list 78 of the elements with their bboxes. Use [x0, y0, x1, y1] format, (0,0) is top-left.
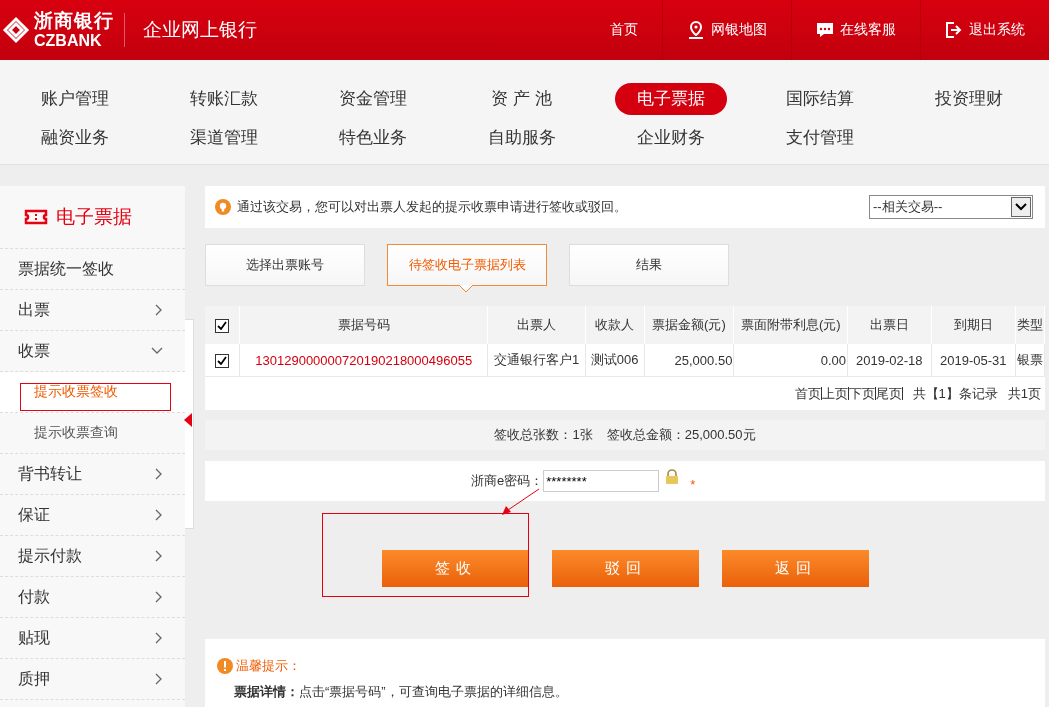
nav-menu-item[interactable]: 支付管理 — [763, 121, 876, 154]
bank-name-english: CZBANK — [34, 33, 103, 49]
column-header: 出票日 — [869, 317, 909, 332]
column-header: 类型 — [1017, 317, 1043, 332]
nav-menu-item[interactable]: 渠道管理 — [167, 121, 280, 154]
table-cell: 测试006 — [590, 352, 639, 367]
nav-menu-item[interactable]: 国际结算 — [763, 82, 876, 115]
header-link[interactable]: 首页 — [586, 0, 662, 60]
nav-menu-item[interactable]: 特色业务 — [316, 121, 429, 154]
sidebar-subitem[interactable]: 提示收票查询 — [34, 424, 118, 442]
bank-logo-icon — [2, 16, 30, 44]
nav-menu-item[interactable]: 资 产 池 — [469, 82, 574, 115]
header-link[interactable]: 退出系统 — [921, 0, 1049, 60]
chat-bubble-icon — [816, 21, 834, 39]
column-header: 收款人 — [595, 317, 635, 332]
tips-title: 温馨提示： — [236, 657, 301, 675]
pager-link[interactable]: 下页 — [848, 384, 875, 403]
column-header: 票面附带利息(元) — [740, 317, 841, 332]
checkbox[interactable] — [215, 353, 230, 368]
nav-menu-item[interactable]: 企业财务 — [614, 121, 727, 154]
sidebar-item[interactable]: 提示付款 — [0, 536, 185, 577]
pager-link[interactable]: 尾页 — [875, 384, 902, 403]
header-link[interactable]: 网银地图 — [663, 0, 791, 60]
pointer-notch-icon — [459, 285, 473, 293]
column-header: 出票人 — [517, 317, 556, 332]
checkmark-icon — [217, 321, 228, 331]
bank-name: 浙商银行 — [34, 11, 114, 30]
column-header: 票据金额(元) — [652, 317, 726, 332]
table-cell: 2019-02-18 — [856, 352, 923, 368]
site-title: 企业网上银行 — [143, 18, 257, 42]
collapse-handle[interactable] — [185, 319, 194, 529]
notice-text: 通过该交易，您可以对出票人发起的提示收票申请进行签收或驳回。 — [237, 198, 627, 216]
sidebar-item[interactable]: 贴现 — [0, 618, 185, 659]
sidebar-subitem[interactable]: 提示收票签收 — [34, 383, 118, 401]
required-mark: * — [690, 476, 696, 492]
exit-icon — [945, 21, 963, 39]
nav-menu-item[interactable]: 投资理财 — [912, 82, 1025, 115]
sidebar-item[interactable]: 票据统一签收 — [0, 249, 185, 290]
sidebar-item[interactable]: 质押 — [0, 659, 185, 700]
sidebar-title: 电子票据 — [56, 205, 132, 229]
triangle-left-icon — [184, 413, 192, 427]
warning-icon — [217, 658, 233, 674]
table-cell: 交通银行客户1 — [493, 352, 580, 367]
map-pin-icon — [687, 21, 705, 39]
nav-menu-item[interactable]: 电子票据 — [614, 82, 727, 115]
nav-menu-item[interactable]: 资金管理 — [316, 82, 429, 115]
checkmark-icon — [217, 356, 228, 366]
nav-menu-item[interactable]: 融资业务 — [18, 121, 131, 154]
column-header: 到期日 — [953, 317, 993, 332]
password-field[interactable]: ******** — [543, 470, 660, 492]
nav-menu-item[interactable]: 账户管理 — [18, 82, 131, 115]
pager-link[interactable]: 首页 — [794, 384, 821, 403]
table-cell: 25,000.50 — [674, 352, 733, 368]
ticket-icon — [24, 209, 48, 225]
record-count: 共【1】条记录 — [912, 384, 998, 403]
dropdown-caret-icon — [1015, 203, 1027, 211]
step-tab[interactable]: 选择出票账号 — [205, 244, 365, 286]
total-count: 签收总张数：1张 — [494, 426, 593, 444]
table-cell: 银票 — [1017, 352, 1043, 367]
nav-menu-item[interactable]: 转账汇款 — [167, 82, 280, 115]
related-transaction-dropdown[interactable]: --相关交易-- — [869, 195, 1033, 219]
table-cell: 2019-05-31 — [940, 352, 1007, 368]
column-header: 票据号码 — [337, 317, 390, 332]
bill-number-link[interactable]: 130129000000720190218000496055 — [255, 352, 473, 368]
total-amount: 签收总金额：25,000.50元 — [606, 426, 756, 444]
sidebar-item[interactable]: 付款 — [0, 577, 185, 618]
step-tab[interactable]: 结果 — [569, 244, 729, 286]
tips-text: 票据详情：点击“票据号码”，可查询电子票据的详细信息。 — [233, 683, 569, 701]
lock-icon — [664, 469, 681, 485]
table-cell: 0.00 — [820, 352, 847, 368]
nav-menu-item[interactable]: 自助服务 — [465, 121, 578, 154]
page-count: 共1页 — [1007, 384, 1041, 403]
annotation-arrow — [500, 488, 540, 516]
header-link[interactable]: 在线客服 — [792, 0, 920, 60]
info-bulb-icon — [215, 199, 231, 215]
checkbox[interactable] — [215, 318, 230, 333]
field-label: 浙商e密码： — [471, 472, 544, 490]
pager-link[interactable]: 上页 — [821, 384, 848, 403]
